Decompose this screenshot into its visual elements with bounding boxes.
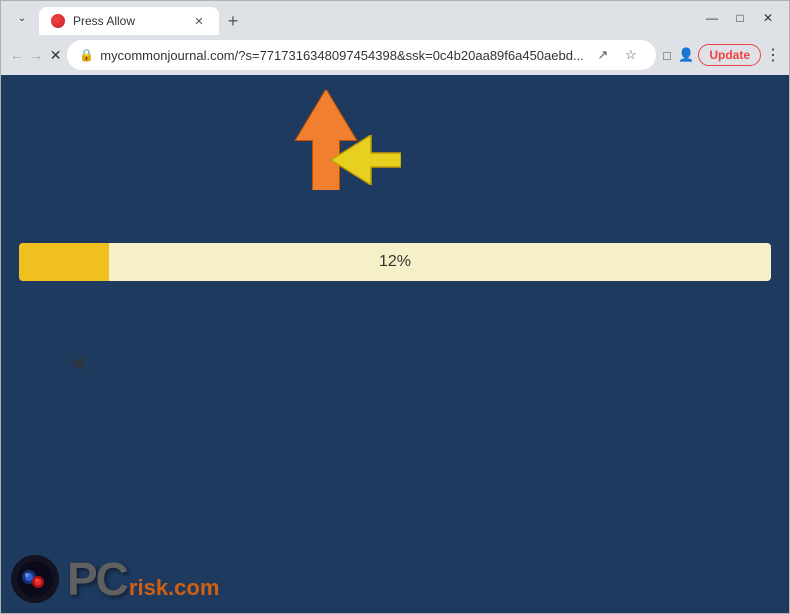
- tab-close-btn[interactable]: ✕: [191, 13, 207, 29]
- browser-window: ⌄ Press Allow ✕ + — □ ✕ ← → ✕ 🔒 mycommon…: [0, 0, 790, 614]
- profile-icon[interactable]: 👤: [678, 42, 694, 68]
- tab-favicon: [51, 14, 65, 28]
- address-bar-icons: ↗ ☆: [590, 42, 644, 68]
- progress-container: 12%: [19, 243, 771, 281]
- tab-bar: Press Allow ✕ +: [39, 1, 687, 35]
- logo-suffix: risk.com: [129, 577, 220, 599]
- bookmark-icon[interactable]: ☆: [618, 42, 644, 68]
- update-btn[interactable]: Update: [698, 44, 761, 66]
- more-btn[interactable]: ⋮: [765, 41, 781, 69]
- lock-icon: 🔒: [79, 48, 94, 62]
- cursor-indicator: [71, 355, 83, 371]
- new-tab-btn[interactable]: +: [219, 7, 247, 35]
- logo-icon: [11, 555, 59, 603]
- back-btn[interactable]: ←: [9, 41, 24, 69]
- page-content: 12% PC risk.co: [1, 75, 789, 613]
- extension-icon[interactable]: □: [660, 42, 674, 68]
- maximize-btn[interactable]: □: [727, 5, 753, 31]
- logo-area: PC risk.com: [11, 555, 219, 603]
- forward-btn[interactable]: →: [28, 41, 43, 69]
- close-btn[interactable]: ✕: [755, 5, 781, 31]
- url-text: mycommonjournal.com/?s=77173163480974543…: [100, 48, 584, 63]
- yellow-arrow-icon: [331, 135, 401, 185]
- logo-text-group: PC risk.com: [67, 556, 219, 602]
- progress-fill: [19, 243, 109, 281]
- minimize-btn[interactable]: —: [699, 5, 725, 31]
- share-icon[interactable]: ↗: [590, 42, 616, 68]
- window-controls: — □ ✕: [691, 5, 781, 31]
- logo-pc: PC: [67, 556, 127, 602]
- logo-svg: [16, 560, 54, 598]
- tab-title: Press Allow: [73, 14, 183, 28]
- title-bar: ⌄ Press Allow ✕ + — □ ✕: [1, 1, 789, 35]
- address-bar-row: ← → ✕ 🔒 mycommonjournal.com/?s=771731634…: [1, 35, 789, 75]
- tab-overflow-btn[interactable]: ⌄: [9, 5, 35, 31]
- progress-text: 12%: [379, 253, 411, 271]
- logo-brand: PC risk.com: [67, 556, 219, 602]
- address-bar[interactable]: 🔒 mycommonjournal.com/?s=771731634809745…: [67, 40, 655, 70]
- reload-btn[interactable]: ✕: [48, 41, 63, 69]
- active-tab[interactable]: Press Allow ✕: [39, 7, 219, 35]
